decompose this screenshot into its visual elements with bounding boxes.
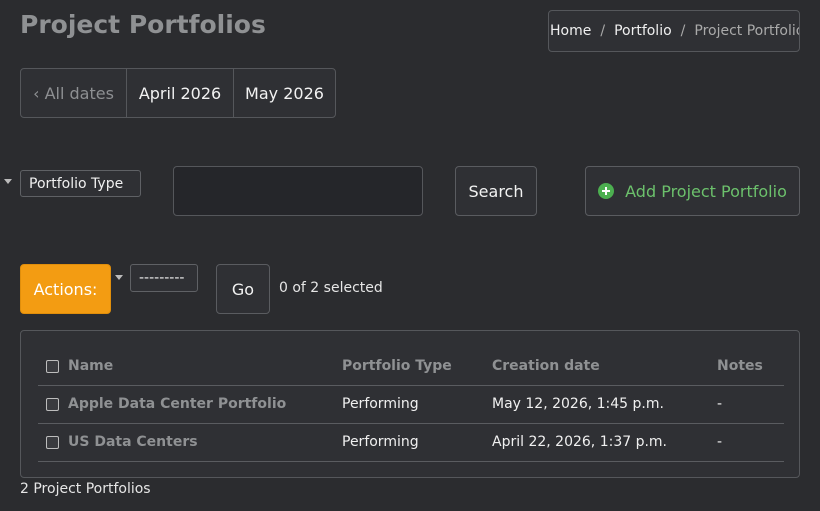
- portfolio-type-cell: Performing: [342, 385, 492, 424]
- column-header-creation-date[interactable]: Creation date: [492, 348, 717, 386]
- row-checkbox[interactable]: [46, 397, 59, 411]
- caret-down-icon[interactable]: [115, 275, 123, 280]
- search-input[interactable]: [173, 166, 423, 216]
- portfolio-type-filter[interactable]: Portfolio Type: [20, 170, 141, 197]
- all-dates-link[interactable]: ‹ All dates: [21, 69, 126, 117]
- go-button[interactable]: Go: [216, 264, 270, 314]
- creation-date-cell: May 12, 2026, 1:45 p.m.: [492, 385, 717, 424]
- portfolio-name-link[interactable]: US Data Centers: [68, 434, 198, 450]
- select-all-checkbox[interactable]: [46, 359, 59, 373]
- table-row: US Data Centers Performing April 22, 202…: [38, 423, 784, 462]
- column-header-portfolio-type[interactable]: Portfolio Type: [342, 348, 492, 386]
- breadcrumb-home-link[interactable]: Home: [550, 23, 591, 39]
- breadcrumb: Home / Portfolio / Project Portfolios: [548, 10, 800, 52]
- notes-cell: -: [717, 385, 784, 424]
- breadcrumb-portfolio-link[interactable]: Portfolio: [614, 23, 672, 39]
- results-table-panel: Name Portfolio Type Creation date Notes …: [20, 330, 800, 478]
- plus-circle-icon: [598, 183, 615, 199]
- breadcrumb-separator: /: [600, 23, 606, 39]
- creation-date-cell: April 22, 2026, 1:37 p.m.: [492, 423, 717, 462]
- notes-cell: -: [717, 423, 784, 462]
- selection-counter: 0 of 2 selected: [279, 280, 383, 296]
- column-header-notes[interactable]: Notes: [717, 348, 784, 386]
- portfolio-type-cell: Performing: [342, 423, 492, 462]
- breadcrumb-separator: /: [680, 23, 686, 39]
- date-may-2026[interactable]: May 2026: [233, 69, 335, 117]
- table-row: Apple Data Center Portfolio Performing M…: [38, 385, 784, 424]
- actions-label: Actions:: [20, 264, 111, 314]
- result-count: 2 Project Portfolios: [20, 481, 151, 497]
- date-hierarchy: ‹ All dates April 2026 May 2026: [20, 68, 336, 118]
- table-header-row: Name Portfolio Type Creation date Notes: [38, 348, 784, 386]
- column-header-name[interactable]: Name: [68, 348, 342, 386]
- date-april-2026[interactable]: April 2026: [126, 69, 233, 117]
- breadcrumb-current: Project Portfolios: [694, 23, 800, 39]
- search-button[interactable]: Search: [455, 166, 537, 216]
- caret-down-icon[interactable]: [4, 179, 12, 184]
- row-checkbox[interactable]: [46, 435, 59, 449]
- add-button-label: Add Project Portfolio: [625, 181, 787, 201]
- page-title: Project Portfolios: [20, 10, 266, 39]
- add-project-portfolio-button[interactable]: Add Project Portfolio: [585, 166, 800, 216]
- results-table: Name Portfolio Type Creation date Notes …: [38, 348, 784, 462]
- portfolio-name-link[interactable]: Apple Data Center Portfolio: [68, 396, 286, 412]
- action-select[interactable]: ---------: [130, 264, 198, 292]
